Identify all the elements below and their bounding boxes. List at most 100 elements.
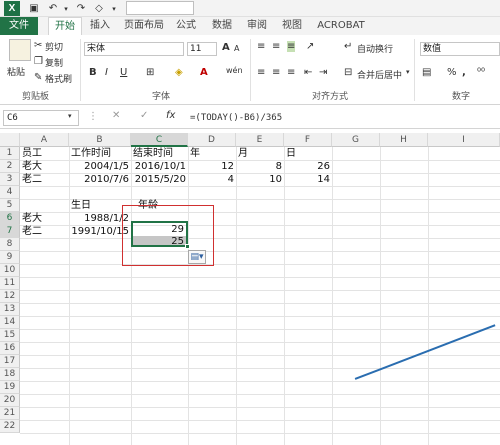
row-header-selected[interactable]: 7 [0, 225, 20, 238]
wrap-text-icon[interactable]: ↵ [344, 41, 352, 52]
row-header[interactable]: 14 [0, 316, 20, 329]
customize-dropdown-icon[interactable]: ▾ [109, 1, 119, 16]
cell-a6[interactable]: 老大 [22, 212, 68, 225]
insert-function-icon[interactable]: fx [166, 110, 175, 121]
cell-e3[interactable]: 10 [236, 173, 284, 186]
column-header[interactable]: D [188, 133, 236, 147]
enter-icon[interactable]: ✓ [140, 110, 148, 121]
row-header-selected[interactable]: 6 [0, 212, 20, 225]
align-center-icon[interactable]: ≡ [272, 67, 280, 78]
tab-home[interactable]: 开始 [48, 17, 82, 35]
merge-center-icon[interactable]: ⊟ [344, 67, 352, 78]
merge-center-button[interactable]: 合并后居中 [357, 68, 402, 81]
tab-acrobat[interactable]: ACROBAT [316, 17, 366, 35]
underline-icon[interactable]: U [120, 67, 127, 78]
decimal-icon[interactable]: ⁰⁰ [477, 67, 485, 78]
column-header[interactable]: B [69, 133, 131, 147]
decrease-font-icon[interactable]: A [234, 44, 239, 53]
row-header[interactable]: 13 [0, 303, 20, 316]
font-name-select[interactable]: 宋体 [84, 42, 184, 56]
name-box-dropdown-icon[interactable]: ▾ [68, 112, 72, 120]
format-painter-button[interactable]: 格式刷 [45, 72, 72, 85]
fill-color-icon[interactable]: ◈ [175, 67, 183, 78]
undo-icon[interactable]: ↶ [46, 1, 60, 16]
align-right-icon[interactable]: ≡ [287, 67, 295, 78]
clear-icon[interactable]: ◇ [92, 1, 106, 16]
cut-icon[interactable]: ✂ [34, 40, 42, 51]
cell-c2[interactable]: 2016/10/1 [131, 160, 188, 173]
column-header[interactable]: A [20, 133, 69, 147]
row-header[interactable]: 2 [0, 160, 20, 173]
paste-icon[interactable] [9, 39, 31, 61]
italic-icon[interactable]: I [105, 67, 108, 78]
increase-indent-icon[interactable]: ⇥ [319, 67, 327, 78]
cell-a2[interactable]: 老大 [22, 160, 68, 173]
tab-insert[interactable]: 插入 [88, 17, 112, 35]
row-header[interactable]: 20 [0, 394, 20, 407]
row-header[interactable]: 17 [0, 355, 20, 368]
merge-dropdown-icon[interactable]: ▾ [406, 68, 410, 76]
cut-button[interactable]: 剪切 [45, 40, 63, 53]
row-header[interactable]: 15 [0, 329, 20, 342]
row-header[interactable]: 16 [0, 342, 20, 355]
number-format-select[interactable]: 数值 [420, 42, 500, 56]
comma-style-icon[interactable]: , [462, 67, 466, 78]
row-header[interactable]: 4 [0, 186, 20, 199]
wrap-text-button[interactable]: 自动换行 [357, 42, 393, 55]
row-header[interactable]: 10 [0, 264, 20, 277]
copy-icon[interactable]: ❐ [34, 56, 43, 67]
cell-b3[interactable]: 2010/7/6 [69, 173, 131, 186]
row-header[interactable]: 3 [0, 173, 20, 186]
fill-handle[interactable] [185, 244, 190, 249]
column-header-selected[interactable]: C [131, 133, 188, 147]
cancel-icon[interactable]: ✕ [112, 110, 120, 121]
orientation-icon[interactable]: ↗ [306, 41, 314, 52]
tab-data[interactable]: 数据 [210, 17, 234, 35]
row-header[interactable]: 5 [0, 199, 20, 212]
column-header[interactable]: I [428, 133, 500, 147]
cell-c3[interactable]: 2015/5/20 [131, 173, 188, 186]
cell-e2[interactable]: 8 [236, 160, 284, 173]
border-icon[interactable]: ⊞ [146, 67, 154, 78]
tab-file[interactable]: 文件 [0, 17, 38, 35]
save-icon[interactable]: ▣ [27, 1, 41, 16]
quick-analysis-icon[interactable]: ▤▾ [188, 250, 206, 264]
row-header[interactable]: 8 [0, 238, 20, 251]
align-left-icon[interactable]: ≡ [257, 67, 265, 78]
cell-b1[interactable]: 工作时间 [71, 147, 131, 160]
row-header[interactable]: 12 [0, 290, 20, 303]
row-header[interactable]: 18 [0, 368, 20, 381]
cell-e1[interactable]: 月 [238, 147, 284, 160]
cell-f2[interactable]: 26 [284, 160, 332, 173]
column-header[interactable]: G [332, 133, 380, 147]
cell-c7[interactable]: 25 [133, 235, 186, 248]
cell-a1[interactable]: 员工 [22, 147, 68, 160]
copy-button[interactable]: 复制 [45, 56, 63, 69]
row-header[interactable]: 1 [0, 147, 20, 160]
cell-b2[interactable]: 2004/1/5 [69, 160, 131, 173]
cell-a7[interactable]: 老二 [22, 225, 68, 238]
paste-button[interactable]: 粘贴 [7, 65, 25, 78]
font-color-icon[interactable]: A [200, 67, 208, 78]
align-bottom-icon[interactable]: ≡ [287, 41, 296, 52]
cell-f1[interactable]: 日 [286, 147, 332, 160]
cell-d3[interactable]: 4 [188, 173, 236, 186]
column-header[interactable]: H [380, 133, 428, 147]
worksheet-grid[interactable]: A B C D E F G H I 1 2 3 4 5 6 7 8 9 10 1… [0, 133, 500, 445]
undo-dropdown-icon[interactable]: ▾ [62, 1, 70, 16]
cell-d2[interactable]: 12 [188, 160, 236, 173]
tab-page-layout[interactable]: 页面布局 [120, 17, 168, 35]
align-top-icon[interactable]: ≡ [257, 41, 265, 52]
tab-review[interactable]: 审阅 [245, 17, 269, 35]
column-header[interactable]: F [284, 133, 332, 147]
cell-f3[interactable]: 14 [284, 173, 332, 186]
quick-access-box[interactable] [126, 1, 194, 15]
redo-icon[interactable]: ↷ [74, 1, 88, 16]
tab-formulas[interactable]: 公式 [174, 17, 198, 35]
row-header[interactable]: 22 [0, 420, 20, 433]
select-all-corner[interactable] [0, 133, 20, 147]
formula-input[interactable]: =(TODAY()-B6)/365 [190, 110, 497, 126]
percent-icon[interactable]: % [447, 67, 457, 78]
phonetic-icon[interactable]: wén [226, 66, 243, 75]
align-middle-icon[interactable]: ≡ [272, 41, 280, 52]
